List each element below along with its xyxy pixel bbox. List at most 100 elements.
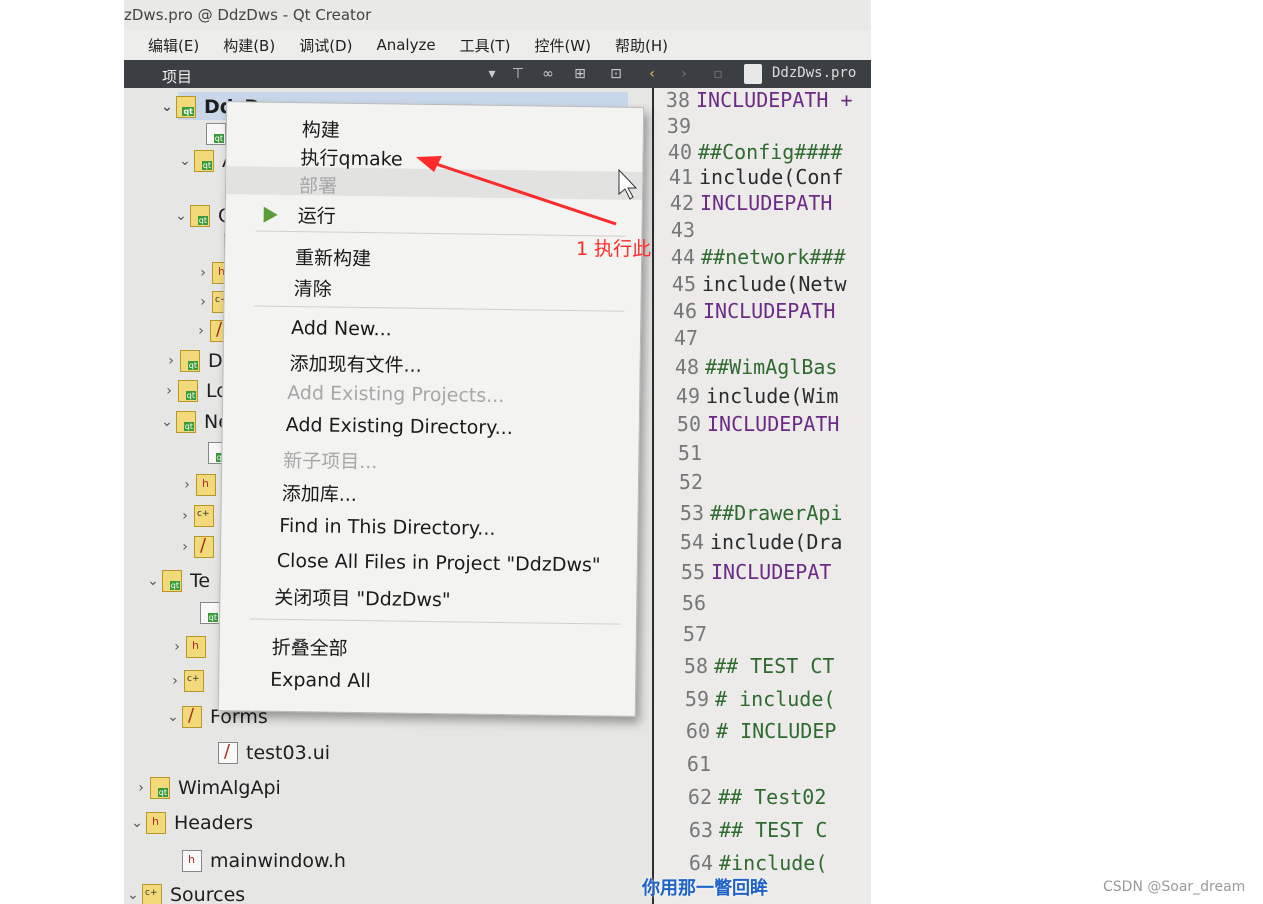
folder-icon xyxy=(176,411,196,433)
code-line: INCLUDEPAT xyxy=(711,560,832,584)
menu-help[interactable]: 帮助(H) xyxy=(615,35,668,56)
menu-analyze[interactable]: Analyze xyxy=(376,36,435,54)
chevron-right-icon[interactable]: › xyxy=(194,265,212,281)
menu-item-add-existing-projects: Add Existing Projects... xyxy=(287,381,505,408)
split-icon[interactable]: ⊞ xyxy=(570,64,590,84)
menu-edit[interactable]: 编辑(E) xyxy=(148,35,199,56)
menu-debug[interactable]: 调试(D) xyxy=(299,35,352,56)
menu-tools[interactable]: 工具(T) xyxy=(460,35,511,56)
link-icon[interactable]: ∞ xyxy=(538,64,558,84)
line-number: 39 xyxy=(666,114,691,138)
line-number: 56 xyxy=(681,591,706,615)
line-number: 46 xyxy=(672,299,697,323)
chevron-down-icon[interactable]: ⌄ xyxy=(158,99,176,115)
tree-item-test03-ui[interactable]: test03.ui xyxy=(200,740,330,766)
source-folder-icon xyxy=(194,505,214,527)
header-folder-icon xyxy=(186,636,206,658)
tree-item-label: Te xyxy=(190,570,211,592)
tree-item-wimalgapi[interactable]: › WimAlgApi xyxy=(132,775,281,801)
menu-item-run-qmake[interactable]: 执行qmake xyxy=(300,143,403,171)
tree-item[interactable]: › xyxy=(178,472,224,498)
tree-item-label: test03.ui xyxy=(246,742,331,764)
line-number: 47 xyxy=(673,326,698,350)
csdn-watermark: CSDN @Soar_dream xyxy=(1103,879,1246,895)
tree-item-label: Headers xyxy=(174,812,254,834)
line-number: 43 xyxy=(670,218,695,242)
chevron-right-icon[interactable]: › xyxy=(192,323,210,339)
code-line: INCLUDEPATH xyxy=(700,191,833,215)
chevron-right-icon[interactable]: › xyxy=(132,780,150,796)
menu-item-collapse-all[interactable]: 折叠全部 xyxy=(271,633,347,661)
menu-build[interactable]: 构建(B) xyxy=(223,35,275,56)
close-panel-icon[interactable]: ⊡ xyxy=(606,64,626,84)
code-line: # INCLUDEP xyxy=(716,719,837,743)
tree-item[interactable]: › xyxy=(168,634,214,660)
folder-icon xyxy=(150,777,170,799)
chevron-right-icon[interactable]: › xyxy=(166,673,184,689)
chevron-down-icon[interactable]: ⌄ xyxy=(144,573,162,589)
tree-item[interactable]: › xyxy=(176,534,222,560)
menu-item-expand-all[interactable]: Expand All xyxy=(270,669,371,692)
chevron-right-icon[interactable]: › xyxy=(162,353,180,369)
chevron-right-icon[interactable]: › xyxy=(160,383,178,399)
chevron-down-icon[interactable]: ⌄ xyxy=(128,815,146,831)
chevron-right-icon[interactable]: › xyxy=(176,508,194,524)
line-number: 44 xyxy=(670,245,695,269)
tree-item-headers[interactable]: ⌄ Headers xyxy=(128,810,253,836)
code-line: ##WimAglBas xyxy=(705,355,838,379)
menu-item-add-new[interactable]: Add New... xyxy=(291,317,392,340)
line-number: 49 xyxy=(675,384,700,408)
menu-separator xyxy=(255,230,626,237)
open-file-tab[interactable]: DdzDws.pro xyxy=(772,65,856,81)
chevron-down-icon[interactable]: ⌄ xyxy=(158,414,176,430)
menu-item-add-library[interactable]: 添加库... xyxy=(282,479,357,507)
line-number: 50 xyxy=(676,412,701,436)
menu-item-rebuild[interactable]: 重新构建 xyxy=(295,243,371,271)
menu-item-close-project[interactable]: 关闭项目 "DdzDws" xyxy=(274,583,451,612)
chevron-right-icon[interactable]: › xyxy=(176,539,194,555)
menu-item-build[interactable]: 构建 xyxy=(302,115,340,143)
header-file-icon xyxy=(182,850,202,872)
tree-item[interactable]: ›Dr xyxy=(162,348,230,374)
chevron-down-icon[interactable]: ⌄ xyxy=(176,153,194,169)
menu-item-clean[interactable]: 清除 xyxy=(293,274,332,302)
video-subtitle: 你用那一瞥回眸 xyxy=(642,878,768,899)
code-line: #include( xyxy=(719,851,828,875)
tree-item[interactable]: ›Lo xyxy=(160,378,228,404)
chevron-down-icon[interactable]: ⌄ xyxy=(172,208,190,224)
chevron-right-icon[interactable]: › xyxy=(194,294,212,310)
tree-item[interactable]: › xyxy=(176,503,222,529)
line-number: 53 xyxy=(679,501,704,525)
forms-folder-icon xyxy=(194,535,214,558)
menu-item-close-all-files[interactable]: Close All Files in Project "DdzDws" xyxy=(277,550,601,577)
filter-icon[interactable]: ⊤ xyxy=(508,64,528,84)
forward-icon[interactable]: › xyxy=(674,64,694,84)
menu-item-add-existing-files[interactable]: 添加现有文件... xyxy=(289,349,421,378)
tree-item-sources[interactable]: ⌄ Sources xyxy=(124,882,245,904)
code-line: include(Conf xyxy=(699,165,844,189)
menu-separator xyxy=(254,305,625,312)
chevron-right-icon[interactable]: › xyxy=(168,639,186,655)
menu-item-find-in-directory[interactable]: Find in This Directory... xyxy=(279,515,495,540)
header-folder-icon xyxy=(146,812,166,834)
tree-item-label: Sources xyxy=(170,884,246,904)
back-icon[interactable]: ‹ xyxy=(642,64,662,84)
chevron-right-icon[interactable]: › xyxy=(178,477,196,493)
chevron-down-icon[interactable]: ⌄ xyxy=(124,887,142,903)
dropdown-icon[interactable]: ▾ xyxy=(482,64,502,84)
chevron-down-icon[interactable]: ⌄ xyxy=(164,709,182,725)
code-editor[interactable]: 38 INCLUDEPATH +39 40 ##Config#### 41 include… xyxy=(652,88,871,904)
line-number: 38 xyxy=(665,88,690,112)
tree-item[interactable]: › xyxy=(166,668,212,694)
tree-item[interactable]: ⌄ Te xyxy=(144,568,210,594)
ui-file-icon xyxy=(218,741,238,764)
folder-icon xyxy=(180,350,200,372)
menu-widgets[interactable]: 控件(W) xyxy=(534,35,591,56)
tree-item[interactable]: ⌄Ne xyxy=(158,409,230,435)
header-folder-icon xyxy=(196,474,216,496)
menu-item-add-existing-directory[interactable]: Add Existing Directory... xyxy=(286,414,513,439)
project-toolbar: 项目 ▾ ⊤ ∞ ⊞ ⊡ ‹ › ▫ DdzDws.pro xyxy=(124,60,871,88)
tree-item-mainwindow-h[interactable]: mainwindow.h xyxy=(164,848,346,874)
menu-item-run[interactable]: 运行 xyxy=(298,201,336,229)
pro-file-icon xyxy=(206,123,226,145)
